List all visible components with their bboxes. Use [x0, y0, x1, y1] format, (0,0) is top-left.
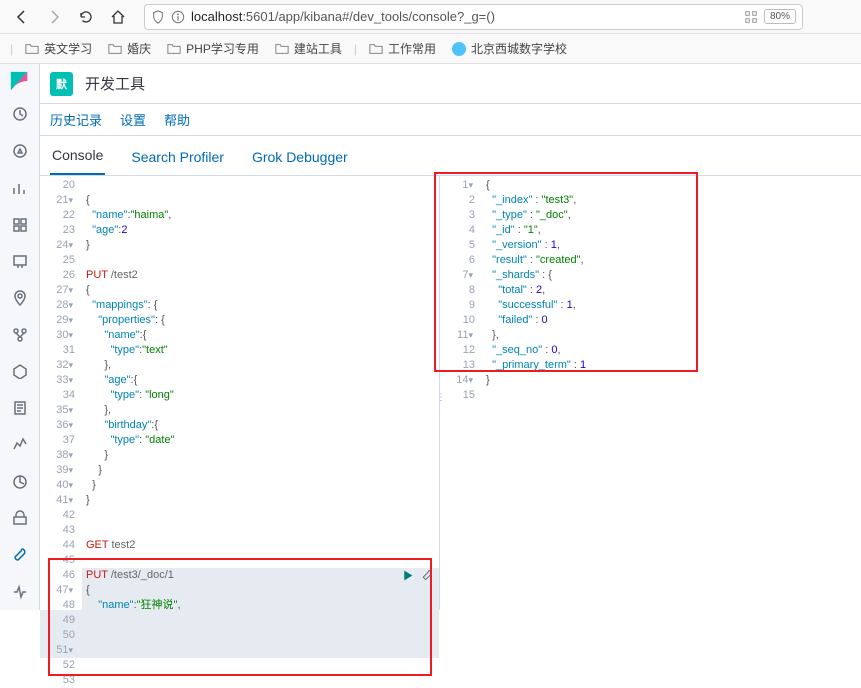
maps-icon[interactable] — [0, 280, 40, 317]
pane-splitter[interactable]: ⋮ — [436, 392, 444, 403]
devtools-icon[interactable] — [0, 537, 40, 574]
tabs: Console Search Profiler Grok Debugger — [40, 136, 861, 176]
visualize-icon[interactable] — [0, 169, 40, 206]
site-icon — [452, 42, 466, 56]
bookmark-folder[interactable]: 英文学习 — [19, 37, 98, 60]
request-pane[interactable]: 2021▾222324▾252627▾28▾29▾30▾3132▾33▾3435… — [40, 176, 440, 610]
info-icon — [171, 10, 185, 24]
run-controls — [401, 569, 433, 582]
apm-icon[interactable] — [0, 427, 40, 464]
reload-button[interactable] — [72, 3, 100, 31]
browser-toolbar: localhost:5601/app/kibana#/dev_tools/con… — [0, 0, 861, 34]
main-content: 默 开发工具 历史记录 设置 帮助 Console Search Profile… — [40, 64, 861, 610]
zoom-badge[interactable]: 80% — [764, 9, 796, 24]
forward-button[interactable] — [40, 3, 68, 31]
bookmark-item[interactable]: 北京西城数字学校 — [446, 37, 573, 60]
line-gutter: 1▾234567▾891011▾121314▾15 — [440, 176, 482, 610]
response-pane: 1▾234567▾891011▾121314▾15 { "_index" : "… — [440, 176, 861, 610]
wrench-icon[interactable] — [420, 569, 433, 582]
line-gutter: 2021▾222324▾252627▾28▾29▾30▾3132▾33▾3435… — [40, 176, 82, 610]
request-editor[interactable]: { "name":"haima", "age":2} PUT /test2{ "… — [82, 176, 439, 610]
siem-icon[interactable] — [0, 500, 40, 537]
space-badge[interactable]: 默 — [50, 72, 73, 96]
recent-icon[interactable] — [0, 96, 40, 133]
dashboard-icon[interactable] — [0, 206, 40, 243]
folder-icon — [108, 42, 122, 56]
tab-profiler[interactable]: Search Profiler — [129, 139, 226, 175]
sidebar — [0, 64, 40, 610]
app-header: 默 开发工具 — [40, 64, 861, 104]
settings-link[interactable]: 设置 — [120, 110, 146, 129]
bookmark-folder[interactable]: 建站工具 — [269, 37, 348, 60]
play-icon[interactable] — [401, 569, 414, 582]
uptime-icon[interactable] — [0, 463, 40, 500]
folder-icon — [25, 42, 39, 56]
bookmark-folder[interactable]: 婚庆 — [102, 37, 157, 60]
ml-icon[interactable] — [0, 316, 40, 353]
url-text: localhost:5601/app/kibana#/dev_tools/con… — [191, 9, 734, 24]
bookmarks-bar: | 英文学习 婚庆 PHP学习专用 建站工具 | 工作常用 北京西城数字学校 — [0, 34, 861, 64]
shield-icon — [151, 10, 165, 24]
bookmark-folder[interactable]: 工作常用 — [363, 37, 442, 60]
page-title: 开发工具 — [85, 73, 145, 94]
url-bar[interactable]: localhost:5601/app/kibana#/dev_tools/con… — [144, 4, 803, 30]
reader-icon[interactable] — [744, 10, 758, 24]
canvas-icon[interactable] — [0, 243, 40, 280]
back-button[interactable] — [8, 3, 36, 31]
subnav: 历史记录 设置 帮助 — [40, 104, 861, 136]
discover-icon[interactable] — [0, 133, 40, 170]
monitoring-icon[interactable] — [0, 573, 40, 610]
folder-icon — [275, 42, 289, 56]
infra-icon[interactable] — [0, 353, 40, 390]
folder-icon — [369, 42, 383, 56]
editor-area: 2021▾222324▾252627▾28▾29▾30▾3132▾33▾3435… — [40, 176, 861, 610]
home-button[interactable] — [104, 3, 132, 31]
tab-console[interactable]: Console — [50, 137, 105, 175]
folder-icon — [167, 42, 181, 56]
logs-icon[interactable] — [0, 390, 40, 427]
bookmark-folder[interactable]: PHP学习专用 — [161, 37, 265, 60]
kibana-app: 默 开发工具 历史记录 设置 帮助 Console Search Profile… — [0, 64, 861, 610]
history-link[interactable]: 历史记录 — [50, 110, 102, 129]
help-link[interactable]: 帮助 — [164, 110, 190, 129]
response-viewer: { "_index" : "test3", "_type" : "_doc", … — [482, 176, 861, 610]
tab-grok[interactable]: Grok Debugger — [250, 139, 350, 175]
kibana-logo[interactable] — [8, 70, 32, 92]
